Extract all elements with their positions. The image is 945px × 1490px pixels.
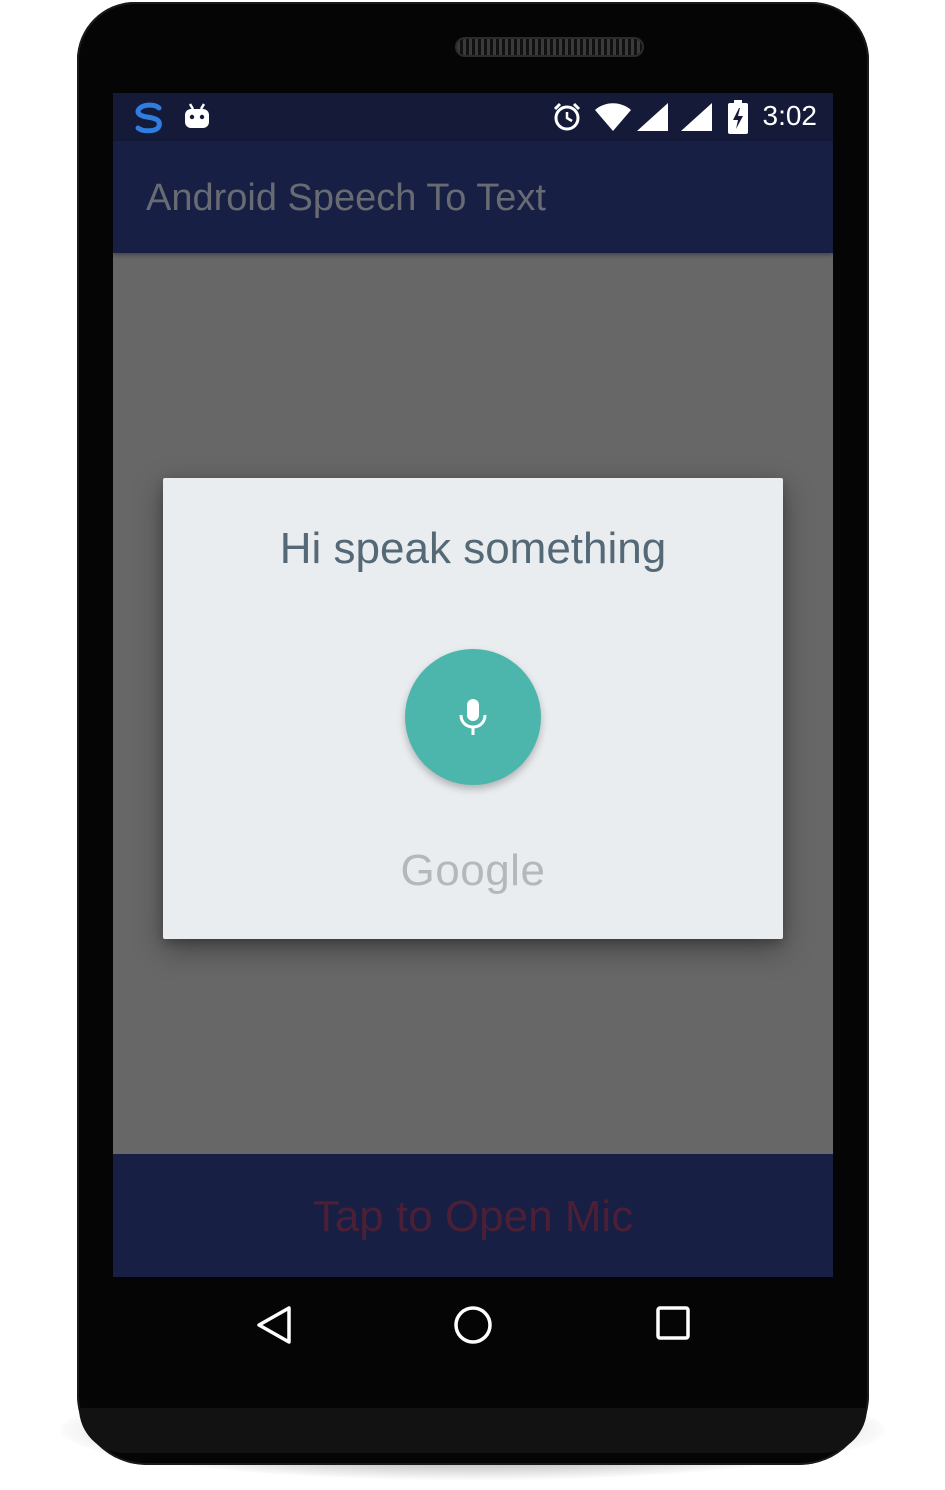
app-title: Android Speech To Text xyxy=(146,177,546,219)
signal-icon xyxy=(637,103,669,136)
app-toolbar: Android Speech To Text xyxy=(113,141,833,253)
google-logo: Google xyxy=(400,846,546,895)
signal-icon xyxy=(681,103,713,136)
battery-charging-icon xyxy=(728,100,748,139)
microphone-button[interactable] xyxy=(405,649,541,785)
navigation-bar xyxy=(113,1277,833,1373)
earpiece-speaker xyxy=(457,39,642,55)
alarm-icon xyxy=(552,102,582,137)
android-debug-icon xyxy=(184,102,210,135)
speech-prompt: Hi speak something xyxy=(279,524,667,573)
device-screen: 3:02 Android Speech To Text Tap to Open … xyxy=(113,93,833,1277)
open-mic-label: Tap to Open Mic xyxy=(312,1192,634,1241)
s-app-icon xyxy=(131,101,167,140)
speech-input-dialog: Hi speak something Google xyxy=(163,478,783,939)
wifi-icon xyxy=(595,103,631,136)
microphone-icon xyxy=(459,699,487,735)
recents-icon[interactable] xyxy=(655,1305,691,1346)
home-icon[interactable] xyxy=(453,1305,493,1350)
phone-chin xyxy=(79,1408,867,1453)
status-bar: 3:02 xyxy=(113,93,833,141)
back-icon[interactable] xyxy=(255,1305,293,1350)
status-clock: 3:02 xyxy=(762,100,818,131)
open-mic-button[interactable]: Tap to Open Mic xyxy=(113,1154,833,1277)
